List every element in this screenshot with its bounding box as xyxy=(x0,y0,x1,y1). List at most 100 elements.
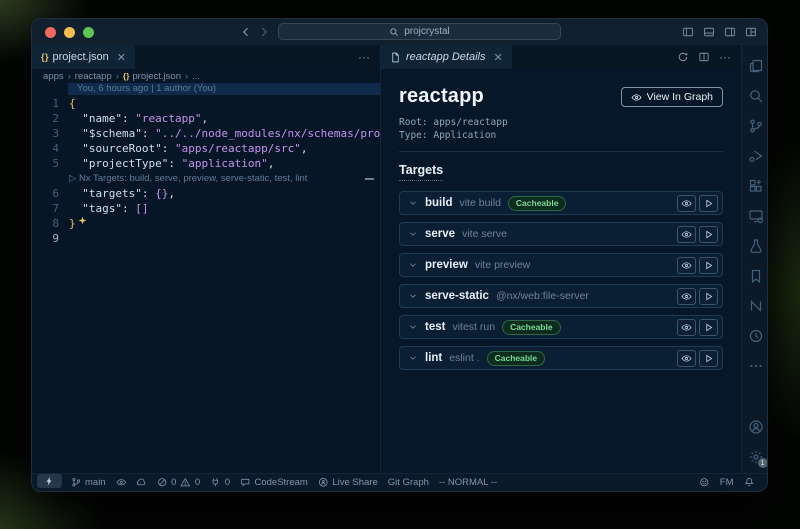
toggle-secondary-sidebar-icon[interactable] xyxy=(724,26,736,38)
breadcrumb-item[interactable]: reactapp xyxy=(75,71,112,82)
target-run-button[interactable] xyxy=(699,319,718,336)
gitlens-blame-annotation[interactable]: You, 6 hours ago | 1 author (You) xyxy=(68,83,380,95)
project-details-panel: reactapp View In Graph Root: apps/reacta… xyxy=(381,69,741,473)
view-in-graph-button[interactable]: View In Graph xyxy=(621,87,723,107)
code-token: , xyxy=(268,156,275,171)
tab-reactapp-details[interactable]: reactapp Details ✕ xyxy=(381,45,512,69)
target-row-build[interactable]: buildvite buildCacheable xyxy=(399,191,723,215)
code-line: 9 xyxy=(32,231,380,246)
target-row-test[interactable]: testvitest runCacheable xyxy=(399,315,723,339)
toggle-primary-sidebar-icon[interactable] xyxy=(682,26,694,38)
status-fm-indicator[interactable]: FM xyxy=(715,474,739,491)
activitybar-extensions[interactable] xyxy=(748,178,764,194)
activitybar-remote-explorer[interactable] xyxy=(748,208,764,224)
code-token: [] xyxy=(135,201,148,216)
status-feedback[interactable] xyxy=(694,474,715,491)
target-view-button[interactable] xyxy=(677,195,696,212)
status-blame-toggle[interactable] xyxy=(111,474,132,491)
chevron-down-icon[interactable] xyxy=(408,229,418,239)
target-row-serve[interactable]: servevite serve xyxy=(399,222,723,246)
nx-targets-codelens[interactable]: ▷ Nx Targets: build, serve, preview, ser… xyxy=(69,171,307,186)
line-number: 8 xyxy=(32,216,69,231)
back-arrow-icon[interactable] xyxy=(240,26,252,38)
status-notifications[interactable] xyxy=(739,474,760,491)
refresh-icon[interactable] xyxy=(677,51,689,63)
branch-icon xyxy=(71,477,82,488)
activitybar-more-views[interactable] xyxy=(748,358,764,374)
target-view-button[interactable] xyxy=(677,288,696,305)
vscode-window: projcrystal { } project.json ✕ ··· apps ›… xyxy=(31,18,768,492)
close-tab-icon[interactable]: ✕ xyxy=(117,51,126,64)
source-control-icon xyxy=(748,118,764,134)
zoom-window-button[interactable] xyxy=(83,27,94,38)
split-editor-icon[interactable] xyxy=(698,51,710,63)
code-token: : xyxy=(162,141,175,156)
target-command: eslint . xyxy=(449,352,479,364)
activitybar-settings[interactable]: 1 xyxy=(748,449,764,465)
sparkles-icon[interactable] xyxy=(76,219,87,228)
chevron-down-icon[interactable] xyxy=(408,260,418,270)
remote-explorer-icon xyxy=(748,208,764,224)
chevron-down-icon[interactable] xyxy=(408,291,418,301)
tab-project-json[interactable]: { } project.json ✕ xyxy=(32,45,135,69)
target-view-button[interactable] xyxy=(677,350,696,367)
minimize-window-button[interactable] xyxy=(64,27,75,38)
editor-more-actions-icon[interactable]: ··· xyxy=(719,50,731,64)
code-line: 4 "sourceRoot": "apps/reactapp/src", xyxy=(32,141,380,156)
status-problems[interactable]: 00 xyxy=(152,474,206,491)
activitybar-source-control[interactable] xyxy=(748,118,764,134)
status-git-branch[interactable]: main xyxy=(66,474,111,491)
activitybar-nx-console[interactable] xyxy=(748,298,764,314)
target-view-button[interactable] xyxy=(677,257,696,274)
root-label: Root: xyxy=(399,117,428,128)
status-cloud-status[interactable] xyxy=(131,474,152,491)
activitybar-run-debug[interactable] xyxy=(748,148,764,164)
status-text: 0 xyxy=(195,477,200,488)
status-vim-mode[interactable]: -- NORMAL -- xyxy=(434,474,502,491)
target-view-button[interactable] xyxy=(677,319,696,336)
breadcrumb-item[interactable]: project.json xyxy=(132,71,181,82)
activitybar-explorer[interactable] xyxy=(748,58,764,74)
target-view-button[interactable] xyxy=(677,226,696,243)
command-center-search[interactable]: projcrystal xyxy=(278,23,561,40)
close-tab-icon[interactable]: ✕ xyxy=(494,51,503,64)
target-run-button[interactable] xyxy=(699,257,718,274)
status-text: 0 xyxy=(171,477,176,488)
target-run-button[interactable] xyxy=(699,288,718,305)
activitybar-bookmarks[interactable] xyxy=(748,268,764,284)
status-codestream[interactable]: CodeStream xyxy=(235,474,313,491)
toggle-panel-icon[interactable] xyxy=(703,26,715,38)
chevron-down-icon[interactable] xyxy=(408,198,418,208)
chevron-down-icon[interactable] xyxy=(408,353,418,363)
eye-icon xyxy=(681,229,692,240)
forward-arrow-icon[interactable] xyxy=(258,26,270,38)
activitybar-account[interactable] xyxy=(748,419,764,435)
status-git-graph[interactable]: Git Graph xyxy=(383,474,434,491)
close-window-button[interactable] xyxy=(45,27,56,38)
breadcrumb-separator: › xyxy=(116,71,119,82)
divider xyxy=(399,151,723,152)
code-token xyxy=(69,111,82,126)
code-token: } xyxy=(69,216,76,231)
target-row-lint[interactable]: linteslint .Cacheable xyxy=(399,346,723,370)
chevron-down-icon[interactable] xyxy=(408,322,418,332)
breadcrumb-item[interactable]: apps xyxy=(43,71,64,82)
code-token: "name" xyxy=(82,111,122,126)
target-run-button[interactable] xyxy=(699,350,718,367)
activitybar-gitlens[interactable] xyxy=(748,328,764,344)
activitybar-search[interactable] xyxy=(748,88,764,104)
targets-heading: Targets xyxy=(399,163,443,181)
target-row-preview[interactable]: previewvite preview xyxy=(399,253,723,277)
customize-layout-icon[interactable] xyxy=(745,26,757,38)
status-nx-remote[interactable] xyxy=(37,474,62,488)
activitybar-testing[interactable] xyxy=(748,238,764,254)
editor-more-actions-icon[interactable]: ··· xyxy=(358,50,370,64)
search-icon xyxy=(389,27,399,37)
status-plug-count[interactable]: 0 xyxy=(205,474,235,491)
code-editor[interactable]: 1{2 "name": "reactapp",3 "$schema": "../… xyxy=(32,95,380,473)
target-run-button[interactable] xyxy=(699,226,718,243)
status-live-share[interactable]: Live Share xyxy=(313,474,383,491)
breadcrumb-item[interactable]: ... xyxy=(192,71,200,82)
target-run-button[interactable] xyxy=(699,195,718,212)
target-row-serve-static[interactable]: serve-static@nx/web:file-server xyxy=(399,284,723,308)
